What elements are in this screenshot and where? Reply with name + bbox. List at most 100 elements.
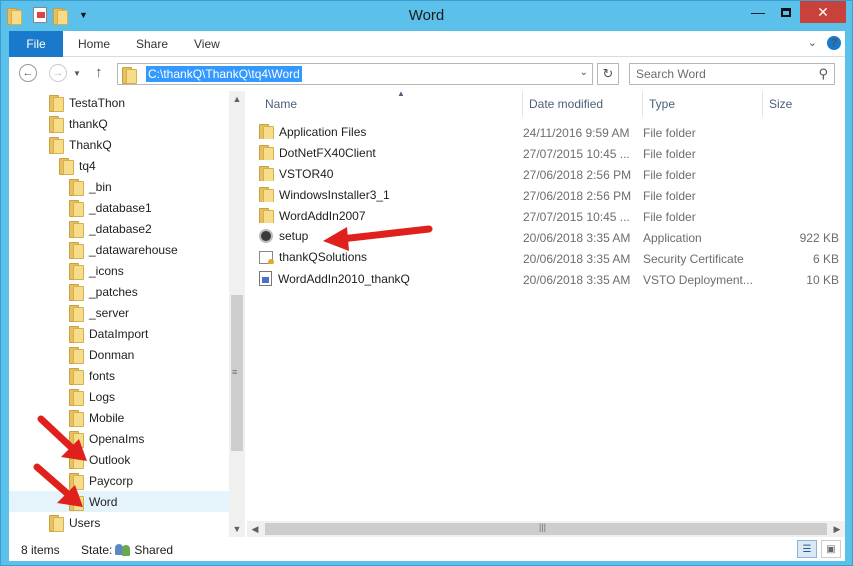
- folder-icon: [49, 137, 64, 154]
- tree-item[interactable]: thankQ: [9, 113, 229, 134]
- search-input[interactable]: Search Word ⚲: [629, 63, 835, 85]
- tree-item-label: _icons: [89, 263, 124, 278]
- scroll-up-icon[interactable]: ▲: [229, 91, 245, 107]
- file-date: 27/06/2018 2:56 PM: [523, 168, 632, 182]
- tree-item[interactable]: tq4: [9, 155, 229, 176]
- file-type: File folder: [643, 126, 696, 140]
- folder-icon: [69, 242, 84, 259]
- file-type: VSTO Deployment...: [643, 273, 753, 287]
- scroll-left-icon[interactable]: ◀: [247, 521, 263, 537]
- up-arrow-icon[interactable]: ↑: [95, 64, 103, 81]
- folder-icon: [69, 389, 84, 406]
- file-hscrollbar[interactable]: ◀ ||| ▶: [247, 521, 845, 537]
- tab-file[interactable]: File: [9, 31, 63, 57]
- close-button[interactable]: ✕: [800, 1, 846, 23]
- tree-item[interactable]: _patches: [9, 281, 229, 302]
- column-type[interactable]: Type: [643, 91, 763, 117]
- file-name-cell: VSTOR40: [259, 166, 333, 181]
- tab-share[interactable]: Share: [136, 37, 168, 51]
- tree-item-label: ThankQ: [69, 137, 112, 152]
- state-value: Shared: [134, 543, 174, 557]
- file-row[interactable]: WindowsInstaller3_1 27/06/2018 2:56 PM Fil…: [259, 186, 839, 207]
- file-size: 922 KB: [799, 231, 839, 245]
- file-date: 27/07/2015 10:45 ...: [523, 147, 630, 161]
- details-view-icon[interactable]: ☰: [797, 540, 817, 558]
- file-date: 20/06/2018 3:35 AM: [523, 252, 631, 266]
- recent-locations-icon[interactable]: ▼: [73, 69, 81, 78]
- red-arrow-to-setup-icon: [323, 225, 433, 251]
- file-name: WordAddIn2010_thankQ: [278, 271, 410, 286]
- tree-item[interactable]: DataImport: [9, 323, 229, 344]
- tree-item-label: Paycorp: [89, 473, 134, 488]
- nav-scrollbar[interactable]: ▲ ≡ ▼: [229, 91, 245, 537]
- file-name: WindowsInstaller3_1: [279, 187, 390, 202]
- column-size[interactable]: Size: [763, 91, 837, 117]
- column-date[interactable]: Date modified: [523, 91, 643, 117]
- tree-item-label: Mobile: [89, 410, 125, 425]
- large-icons-view-icon[interactable]: ▣: [821, 540, 841, 558]
- file-name-cell: WordAddIn2010_thankQ: [259, 271, 410, 286]
- search-placeholder: Search Word: [636, 67, 706, 81]
- grip-icon: |||: [539, 522, 547, 532]
- scroll-down-icon[interactable]: ▼: [229, 521, 245, 537]
- tree-item-label: thankQ: [69, 116, 108, 131]
- tab-view[interactable]: View: [194, 37, 220, 51]
- tab-home[interactable]: Home: [78, 37, 110, 51]
- file-row[interactable]: DotNetFX40Client 27/07/2015 10:45 ... File…: [259, 144, 839, 165]
- tree-item[interactable]: _database1: [9, 197, 229, 218]
- folder-icon: [69, 179, 84, 196]
- item-count: 8 items: [21, 543, 60, 557]
- tree-item[interactable]: fonts: [9, 365, 229, 386]
- file-row[interactable]: Application Files 24/11/2016 9:59 AM File …: [259, 123, 839, 144]
- back-button[interactable]: ←: [19, 64, 37, 82]
- navigation-bar: ← → ▼ ↑ C:\thankQ\ThankQ\tq4\Word ⌄ ↻ Se…: [9, 57, 845, 91]
- help-icon[interactable]: ?: [827, 36, 841, 50]
- file-row[interactable]: WordAddIn2010_thankQ 20/06/2018 3:35 AM VS…: [259, 270, 839, 291]
- folder-icon: [122, 66, 137, 84]
- folder-icon: [69, 368, 84, 385]
- file-name-cell: DotNetFX40Client: [259, 145, 376, 160]
- folder-icon: [49, 515, 64, 532]
- tree-item[interactable]: _bin: [9, 176, 229, 197]
- tree-item[interactable]: TestaThon: [9, 92, 229, 113]
- tree-item[interactable]: Donman: [9, 344, 229, 365]
- tree-item[interactable]: _icons: [9, 260, 229, 281]
- file-name: VSTOR40: [279, 166, 334, 181]
- file-list: Name ▲ Date modified Type Size Applicati…: [247, 89, 845, 537]
- tree-item[interactable]: _datawarehouse: [9, 239, 229, 260]
- file-size: 6 KB: [812, 252, 839, 266]
- tree-item[interactable]: _server: [9, 302, 229, 323]
- tree-item[interactable]: _database2: [9, 218, 229, 239]
- chevron-down-icon[interactable]: ⌄: [580, 67, 588, 78]
- column-name[interactable]: Name ▲: [259, 89, 523, 117]
- red-arrow-to-outlook-icon: [37, 415, 87, 461]
- file-date: 24/11/2016 9:59 AM: [523, 126, 630, 140]
- tree-item[interactable]: Users: [9, 512, 229, 533]
- tree-item-label: Outlook: [89, 452, 131, 467]
- tree-item[interactable]: ThankQ: [9, 134, 229, 155]
- search-icon[interactable]: ⚲: [818, 66, 828, 82]
- folder-icon: [259, 187, 274, 202]
- file-type: Application: [643, 231, 702, 245]
- scroll-right-icon[interactable]: ▶: [829, 521, 845, 537]
- column-name-label: Name: [265, 97, 298, 111]
- tree-item[interactable]: Logs: [9, 386, 229, 407]
- expand-ribbon-icon[interactable]: ⌄: [808, 36, 817, 50]
- folder-icon: [259, 145, 274, 160]
- window-title: Word: [408, 7, 445, 24]
- vsto-icon: [259, 271, 272, 286]
- folder-icon: [49, 116, 64, 133]
- refresh-button[interactable]: ↻: [597, 63, 619, 85]
- tree-item-label: _bin: [89, 179, 112, 194]
- red-arrow-to-word-icon: [33, 463, 83, 507]
- file-row[interactable]: VSTOR40 27/06/2018 2:56 PM File folder: [259, 165, 839, 186]
- ribbon-controls: ⌄ ?: [808, 36, 841, 50]
- title-bar: ▼ Word — ✕: [1, 1, 852, 31]
- address-path[interactable]: C:\thankQ\ThankQ\tq4\Word: [146, 66, 302, 82]
- maximize-button[interactable]: [772, 1, 800, 23]
- folder-icon: [69, 200, 84, 217]
- file-type: File folder: [643, 168, 696, 182]
- forward-button[interactable]: →: [49, 64, 67, 82]
- address-bar[interactable]: C:\thankQ\ThankQ\tq4\Word ⌄: [117, 63, 593, 85]
- minimize-button[interactable]: —: [744, 1, 772, 23]
